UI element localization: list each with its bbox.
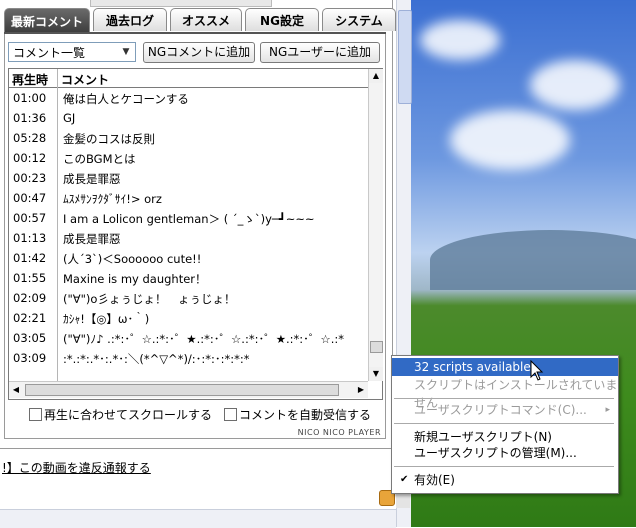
row-time: 00:57 <box>13 211 47 225</box>
table-row[interactable]: 03:05 ("∀")ﾉ♪ .:*:･゜☆.:*:･゜★.:*:･゜☆.:*:･゜… <box>9 328 368 348</box>
menu-item-enabled[interactable]: ✔ 有効(E) <box>392 471 618 489</box>
row-time: 03:09 <box>13 351 47 365</box>
menu-divider <box>394 398 614 399</box>
menu-item-label: 32 scripts available <box>414 360 531 374</box>
row-time: 00:12 <box>13 151 47 165</box>
scroll-down-icon[interactable]: ▼ <box>369 367 383 381</box>
table-vertical-scrollbar[interactable]: ▲ ▼ <box>368 69 383 381</box>
row-comment: (人´3`)＜Soooooo cute!! <box>63 252 202 266</box>
menu-item-no-scripts: スクリプトはインストールされていません <box>392 376 618 410</box>
tab-past-logs[interactable]: 過去ログ <box>93 8 167 31</box>
row-time: 01:00 <box>13 91 47 105</box>
menu-divider <box>394 466 614 467</box>
checkbox-box[interactable] <box>224 408 237 421</box>
table-row[interactable]: 01:55 Maxine is my daughter！ <box>9 268 368 288</box>
ng-user-add-button[interactable]: NGユーザーに追加 <box>260 42 380 63</box>
table-row[interactable]: 01:42 (人´3`)＜Soooooo cute!! <box>9 248 368 268</box>
tab-recommended[interactable]: オススメ <box>170 8 242 31</box>
table-row[interactable]: 01:13 成長是罪惡 <box>9 228 368 248</box>
table-row[interactable]: 03:09 :*.:*:.*･:.*･:＼(*^▽^*)/:･:*:･:*:*:* <box>9 348 368 368</box>
row-comment: 成長是罪惡 <box>63 172 121 186</box>
table-row[interactable]: 02:21 ｶｼｬ!【◎】ω･｀) <box>9 308 368 328</box>
select-value: コメント一覧 <box>13 46 86 60</box>
window-scroll-thumb[interactable] <box>398 10 412 104</box>
comment-table: 再生時 コメント 01:00 俺は白人とケコーンする 01:36 GJ 05:28 金髪の… <box>8 68 383 400</box>
scroll-sync-checkbox[interactable]: 再生に合わせてスクロールする <box>29 406 212 423</box>
player-brand: NICO NICO PLAYER <box>297 428 381 437</box>
row-comment: ﾑｽﾒｻﾝｦｸﾀﾞｻｲ!> orz <box>63 192 162 206</box>
tab-system[interactable]: システム <box>322 8 396 31</box>
ng-comment-add-button[interactable]: NGコメントに追加 <box>143 42 255 63</box>
row-comment: I am a Lolicon gentleman＞ ( ´_ゝ`)y─┛~~~ <box>63 212 315 226</box>
row-time: 00:47 <box>13 191 47 205</box>
scroll-right-icon[interactable]: ▶ <box>354 383 368 397</box>
menu-item-label: ユーザスクリプトコマンド(C)... <box>414 403 587 417</box>
table-hscroll-thumb[interactable] <box>25 384 339 396</box>
header-time[interactable]: 再生時 <box>12 71 48 88</box>
table-row[interactable]: 00:57 I am a Lolicon gentleman＞ ( ´_ゝ`)y─… <box>9 208 368 228</box>
table-row[interactable]: 01:36 GJ <box>9 108 368 128</box>
tab-latest-comments[interactable]: 最新コメント <box>4 8 90 33</box>
table-row[interactable]: 05:28 金髪のコスは反則 <box>9 128 368 148</box>
row-time: 02:21 <box>13 311 47 325</box>
row-comment: 俺は白人とケコーンする <box>63 92 189 106</box>
auto-receive-label: コメントを自動受信する <box>239 408 372 422</box>
mouse-cursor-icon <box>530 360 544 381</box>
table-rows: 01:00 俺は白人とケコーンする 01:36 GJ 05:28 金髪のコスは反則 00:1… <box>9 88 368 368</box>
row-comment: :*.:*:.*･:.*･:＼(*^▽^*)/:･:*:･:*:*:* <box>63 352 250 366</box>
row-time: 01:55 <box>13 271 47 285</box>
table-row[interactable]: 02:09 ("∀")o彡ょぅじょ！ ょぅじょ！ <box>9 288 368 308</box>
row-comment: このBGMとは <box>63 152 136 166</box>
row-comment: 成長是罪惡 <box>63 232 121 246</box>
chevron-right-icon: ▸ <box>605 405 610 415</box>
table-row[interactable]: 00:23 成長是罪惡 <box>9 168 368 188</box>
panel-tabs: 最新コメント 過去ログ オススメ NG設定 システム <box>4 8 396 33</box>
table-header: 再生時 コメント <box>9 69 368 88</box>
header-comment[interactable]: コメント <box>61 71 109 88</box>
row-comment: ｶｼｬ!【◎】ω･｀) <box>63 312 150 326</box>
scroll-sync-label: 再生に合わせてスクロールする <box>44 408 213 422</box>
window-horizontal-scrollbar[interactable] <box>0 509 396 528</box>
comment-panel: 最新コメント 過去ログ オススメ NG設定 システム コメント一覧 ▼ NGコメ… <box>0 0 396 489</box>
top-tab-strip <box>90 0 272 7</box>
row-comment: ("∀")ﾉ♪ .:*:･゜☆.:*:･゜★.:*:･゜☆.:*:･゜★.:*:… <box>63 332 345 346</box>
scroll-up-icon[interactable]: ▲ <box>369 69 383 83</box>
row-comment: GJ <box>63 111 76 125</box>
row-time: 03:05 <box>13 331 47 345</box>
chevron-down-icon[interactable]: ▼ <box>119 45 133 59</box>
menu-item-label: ユーザスクリプトの管理(M)... <box>414 446 577 460</box>
comment-list-select[interactable]: コメント一覧 ▼ <box>8 42 136 62</box>
menu-item-userscript-commands: ユーザスクリプトコマンド(C)... ▸ <box>392 401 618 419</box>
row-comment: Maxine is my daughter！ <box>63 272 207 286</box>
menu-item-manage-userscripts[interactable]: ユーザスクリプトの管理(M)... <box>392 444 618 462</box>
report-video-link[interactable]: !】この動画を違反通報する <box>2 459 151 476</box>
table-row[interactable]: 01:00 俺は白人とケコーンする <box>9 88 368 108</box>
checkbox-box[interactable] <box>29 408 42 421</box>
row-comment: 金髪のコスは反則 <box>63 132 155 146</box>
menu-item-label: 有効(E) <box>414 473 455 487</box>
table-row[interactable]: 00:47 ﾑｽﾒｻﾝｦｸﾀﾞｻｲ!> orz <box>9 188 368 208</box>
row-time: 00:23 <box>13 171 47 185</box>
report-bar: !】この動画を違反通報する <box>0 448 392 489</box>
row-time: 01:36 <box>13 111 47 125</box>
panel-body: コメント一覧 ▼ NGコメントに追加 NGユーザーに追加 再生時 コメント 01… <box>4 34 386 439</box>
table-row[interactable]: 00:12 このBGMとは <box>9 148 368 168</box>
row-comment: ("∀")o彡ょぅじょ！ ょぅじょ！ <box>63 292 236 306</box>
userscript-context-menu: 32 scripts available スクリプトはインストールされていません… <box>391 355 619 494</box>
auto-receive-checkbox[interactable]: コメントを自動受信する <box>224 406 371 423</box>
table-horizontal-scrollbar[interactable]: ◀ ▶ <box>9 381 368 398</box>
tab-ng-settings[interactable]: NG設定 <box>245 8 319 31</box>
row-time: 05:28 <box>13 131 47 145</box>
table-scroll-thumb[interactable] <box>370 341 383 353</box>
check-icon: ✔ <box>400 474 409 485</box>
row-time: 02:09 <box>13 291 47 305</box>
row-time: 01:13 <box>13 231 47 245</box>
menu-item-scripts-available[interactable]: 32 scripts available <box>392 358 618 376</box>
menu-divider <box>394 423 614 424</box>
scroll-left-icon[interactable]: ◀ <box>9 383 23 397</box>
row-time: 01:42 <box>13 251 47 265</box>
